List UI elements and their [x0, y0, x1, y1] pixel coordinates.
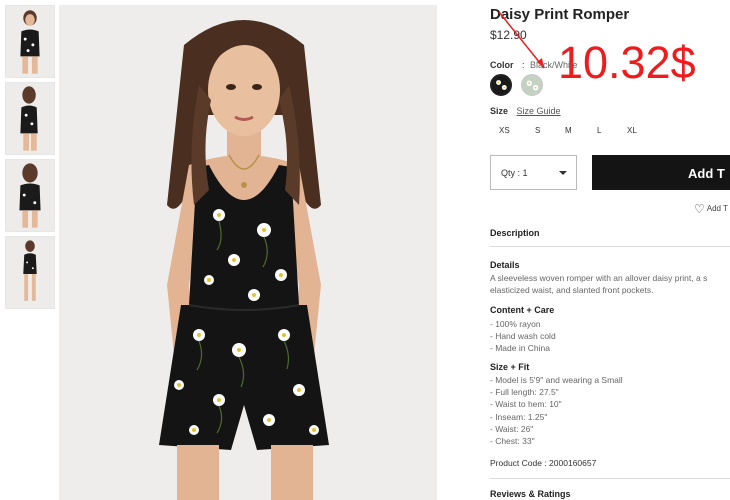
color-label: Color [490, 60, 514, 70]
list-item: - Chest: 33" [490, 436, 535, 447]
swatch-sage[interactable] [521, 74, 543, 96]
size-option-l[interactable]: L [597, 126, 601, 135]
product-code: Product Code : 2000160657 [490, 458, 597, 468]
quantity-value: Qty : 1 [501, 168, 528, 178]
add-to-wishlist-link[interactable]: ♡ Add T [694, 202, 728, 216]
details-heading: Details [490, 260, 520, 270]
size-option-m[interactable]: M [565, 126, 572, 135]
size-option-s[interactable]: S [535, 126, 540, 135]
main-product-image[interactable] [59, 5, 437, 500]
content-care-list: - 100% rayon - Hand wash cold - Made in … [490, 318, 556, 355]
size-fit-heading: Size + Fit [490, 362, 530, 372]
size-selector-label: Size Size Guide [490, 106, 561, 116]
thumbnail-side[interactable] [5, 82, 55, 155]
heart-icon: ♡ [694, 202, 705, 216]
product-title: Daisy Print Romper [490, 6, 630, 23]
color-selector-label: Color : Black/White [490, 60, 578, 70]
list-item: - Inseam: 1.25" [490, 411, 548, 422]
list-item: - Model is 5'9" and wearing a Small [490, 375, 623, 385]
thumbnail-full[interactable] [5, 236, 55, 309]
size-guide-link[interactable]: Size Guide [517, 106, 561, 116]
list-item: - 100% rayon [490, 319, 541, 329]
description-heading[interactable]: Description [490, 228, 540, 238]
thumbnail-front[interactable] [5, 5, 55, 78]
size-fit-list: - Model is 5'9" and wearing a Small - Fu… [490, 374, 623, 447]
content-care-heading: Content + Care [490, 305, 555, 315]
list-item: - Made in China [490, 343, 551, 354]
list-item: - Waist: 26" [490, 423, 534, 434]
color-value: Black/White [530, 60, 578, 70]
size-option-xs[interactable]: XS [499, 126, 510, 135]
size-option-xl[interactable]: XL [627, 126, 637, 135]
thumbnail-gallery [5, 5, 55, 313]
details-line-1: A sleeveless woven romper with an allove… [490, 273, 708, 283]
divider [490, 478, 730, 479]
details-line-2: elasticized waist, and slanted front poc… [490, 285, 654, 295]
size-options: XS S M L XL [490, 126, 650, 138]
divider [490, 246, 730, 247]
color-separator: : [522, 60, 525, 70]
quantity-select[interactable]: Qty : 1 [490, 155, 577, 190]
wishlist-label: Add T [706, 204, 728, 213]
list-item: - Full length: 27.5" [490, 387, 559, 398]
size-label: Size [490, 106, 509, 116]
add-to-bag-label: Add T [688, 166, 725, 181]
product-price: $12.90 [490, 28, 527, 42]
swatch-black-white[interactable] [490, 74, 512, 96]
price-annotation: 10.32$ [558, 37, 696, 88]
thumbnail-back[interactable] [5, 159, 55, 232]
list-item: - Waist to hem: 10" [490, 399, 562, 410]
list-item: - Hand wash cold [490, 331, 556, 342]
add-to-bag-button[interactable]: Add T [592, 155, 730, 190]
reviews-heading[interactable]: Reviews & Ratings [490, 489, 571, 499]
product-info-panel: Daisy Print Romper $12.90 10.32$ Color :… [490, 0, 730, 500]
chevron-down-icon [559, 171, 567, 175]
